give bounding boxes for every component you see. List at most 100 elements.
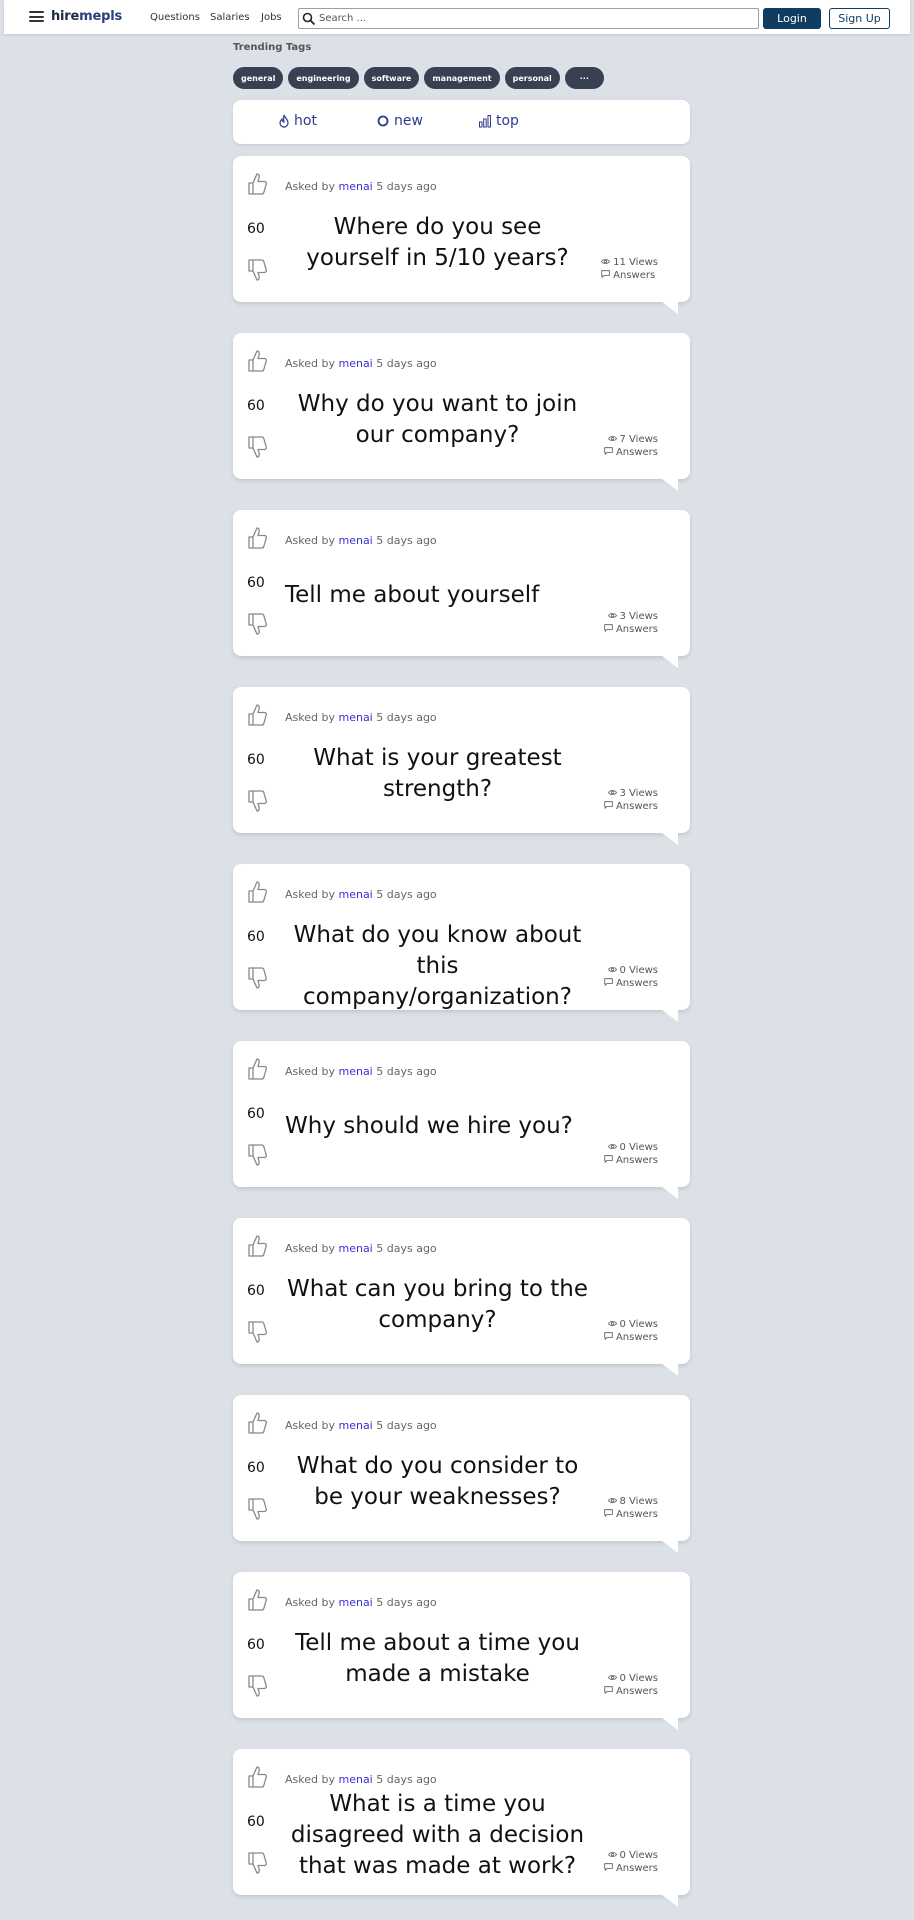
thumbs-up-icon[interactable] (246, 348, 268, 374)
thumbs-up-icon[interactable] (246, 879, 268, 905)
question-card[interactable]: 60 Asked by menai 5 days ago Why should … (233, 1041, 690, 1199)
author-link[interactable]: menai (338, 357, 372, 370)
asked-by-line: Asked by menai 5 days ago (285, 534, 437, 547)
answers-count[interactable]: Answers (604, 1685, 658, 1698)
question-card[interactable]: 60 Asked by menai 5 days ago What is a t… (233, 1749, 690, 1907)
signup-button[interactable]: Sign Up (829, 8, 890, 29)
question-title[interactable]: What can you bring to the company? (285, 1274, 590, 1336)
thumbs-up-icon[interactable] (246, 1587, 268, 1613)
thumbs-down-icon[interactable] (246, 1142, 268, 1168)
menu-icon[interactable] (29, 11, 44, 22)
author-link[interactable]: menai (338, 1596, 372, 1609)
views-count: 0 Views (604, 1318, 658, 1331)
author-link[interactable]: menai (338, 1242, 372, 1255)
tag-engineering[interactable]: engineering (288, 67, 359, 89)
thumbs-down-icon[interactable] (246, 257, 268, 283)
author-link[interactable]: menai (338, 1773, 372, 1786)
asked-by-line: Asked by menai 5 days ago (285, 1773, 437, 1786)
author-link[interactable]: menai (338, 888, 372, 901)
author-link[interactable]: menai (338, 711, 372, 724)
tag-management[interactable]: management (424, 67, 500, 89)
nav-link-questions[interactable]: Questions (150, 12, 200, 23)
question-title[interactable]: What is your greatest strength? (285, 743, 590, 805)
eye-icon (607, 1141, 620, 1154)
answers-count[interactable]: Answers (604, 1331, 658, 1344)
asked-prefix: Asked by (285, 180, 335, 193)
answers-count[interactable]: Answers (604, 977, 658, 990)
author-link[interactable]: menai (338, 180, 372, 193)
thumbs-down-icon[interactable] (246, 1496, 268, 1522)
nav-link-salaries[interactable]: Salaries (210, 12, 250, 23)
search-input[interactable] (319, 11, 749, 26)
thumbs-down-icon[interactable] (246, 965, 268, 991)
question-title[interactable]: What do you know about this company/orga… (285, 920, 590, 1013)
thumbs-down-icon[interactable] (246, 1319, 268, 1345)
question-title[interactable]: Why do you want to join our company? (285, 389, 590, 451)
views-count: 0 Views (604, 1141, 658, 1154)
answers-count[interactable]: Answers (601, 269, 658, 282)
answers-label: Answers (615, 1686, 658, 1697)
card-speech-tail (662, 302, 678, 314)
search-box[interactable] (298, 8, 759, 29)
question-title[interactable]: What is a time you disagreed with a deci… (285, 1789, 590, 1882)
thumbs-up-icon[interactable] (246, 1410, 268, 1436)
thumbs-down-icon[interactable] (246, 611, 268, 637)
more-tags-button[interactable]: ··· (564, 67, 604, 89)
login-button[interactable]: Login (763, 8, 821, 29)
tag-general[interactable]: general (233, 67, 284, 89)
answers-count[interactable]: Answers (604, 1508, 658, 1521)
thumbs-up-icon[interactable] (246, 171, 268, 197)
tag-personal[interactable]: personal (504, 67, 560, 89)
sort-new[interactable]: new (376, 113, 423, 129)
thumbs-up-icon[interactable] (246, 1056, 268, 1082)
sort-top[interactable]: top (478, 113, 519, 129)
answers-count[interactable]: Answers (604, 1154, 658, 1167)
question-card[interactable]: 60 Asked by menai 5 days ago Where do yo… (233, 156, 690, 314)
answers-count[interactable]: Answers (604, 446, 658, 459)
answers-count[interactable]: Answers (604, 1862, 658, 1875)
vote-score: 60 (247, 929, 265, 945)
question-stats: 8 Views Answers (604, 1495, 658, 1521)
answers-count[interactable]: Answers (604, 623, 658, 636)
question-title[interactable]: Tell me about a time you made a mistake (285, 1628, 590, 1690)
question-stats: 0 Views Answers (604, 1849, 658, 1875)
question-card[interactable]: 60 Asked by menai 5 days ago What is you… (233, 687, 690, 845)
question-title[interactable]: Why should we hire you? (285, 1111, 625, 1142)
question-card[interactable]: 60 Asked by menai 5 days ago What do you… (233, 1395, 690, 1553)
thumbs-down-icon[interactable] (246, 1850, 268, 1876)
brand-logo[interactable]: hiremepls (51, 9, 122, 24)
question-title[interactable]: Tell me about yourself (285, 580, 625, 611)
vote-score: 60 (247, 1814, 265, 1830)
sort-hot[interactable]: hot (278, 113, 317, 129)
tag-software[interactable]: software (363, 67, 420, 89)
question-stats: 3 Views Answers (604, 787, 658, 813)
sort-new-label: new (394, 113, 423, 129)
thumbs-up-icon[interactable] (246, 1233, 268, 1259)
author-link[interactable]: menai (338, 534, 372, 547)
question-card[interactable]: 60 Asked by menai 5 days ago What do you… (233, 864, 690, 1022)
vote-score: 60 (247, 1283, 265, 1299)
question-card[interactable]: 60 Asked by menai 5 days ago Tell me abo… (233, 510, 690, 668)
thumbs-up-icon[interactable] (246, 525, 268, 551)
author-link[interactable]: menai (338, 1419, 372, 1432)
thumbs-up-icon[interactable] (246, 702, 268, 728)
question-card[interactable]: 60 Asked by menai 5 days ago What can yo… (233, 1218, 690, 1376)
bar-chart-icon (479, 115, 491, 128)
asked-by-line: Asked by menai 5 days ago (285, 180, 437, 193)
asked-prefix: Asked by (285, 534, 335, 547)
question-age: 5 days ago (376, 711, 437, 724)
question-card[interactable]: 60 Asked by menai 5 days ago Why do you … (233, 333, 690, 491)
thumbs-down-icon[interactable] (246, 434, 268, 460)
nav-link-jobs[interactable]: Jobs (261, 12, 282, 23)
question-title[interactable]: Where do you see yourself in 5/10 years? (285, 212, 590, 274)
vote-score: 60 (247, 398, 265, 414)
question-age: 5 days ago (376, 357, 437, 370)
thumbs-down-icon[interactable] (246, 1673, 268, 1699)
answers-count[interactable]: Answers (604, 800, 658, 813)
author-link[interactable]: menai (338, 1065, 372, 1078)
question-title[interactable]: What do you consider to be your weakness… (285, 1451, 590, 1513)
answers-label: Answers (615, 447, 658, 458)
thumbs-down-icon[interactable] (246, 788, 268, 814)
thumbs-up-icon[interactable] (246, 1764, 268, 1790)
question-card[interactable]: 60 Asked by menai 5 days ago Tell me abo… (233, 1572, 690, 1730)
